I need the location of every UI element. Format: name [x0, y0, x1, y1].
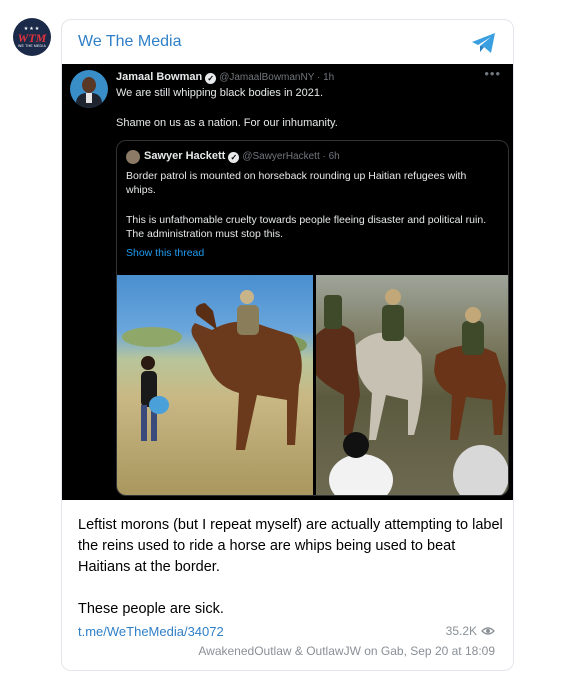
tweet-text-line-2: Shame on us as a nation. For our inhuman…	[116, 117, 338, 129]
view-count: 35.2K	[446, 624, 495, 638]
tweet-author-handle: @JamaalBowmanNY · 1h	[219, 72, 335, 83]
more-icon: •••	[484, 66, 501, 81]
tweet-screenshot[interactable]: Jamaal Bowman ✓ @JamaalBowmanNY · 1h ••• W…	[62, 64, 513, 500]
horse-photo-right	[316, 275, 508, 495]
eye-icon	[481, 627, 495, 635]
post-signature: AwakenedOutlaw & OutlawJW on Gab, Sep 20…	[198, 644, 495, 658]
verified-icon: ✓	[228, 152, 240, 163]
verified-icon: ✓	[205, 73, 217, 84]
avatar-initials: WTM	[17, 30, 47, 45]
quoted-author-avatar	[126, 150, 140, 164]
horse-photo-left	[117, 275, 313, 495]
quoted-author-handle: @SawyerHackett · 6h	[242, 151, 340, 162]
channel-name[interactable]: We The Media	[78, 33, 181, 51]
tweet-author-line: Jamaal Bowman ✓ @JamaalBowmanNY · 1h	[116, 71, 334, 84]
view-count-value: 35.2K	[445, 624, 477, 638]
tweet-author-avatar	[70, 70, 108, 108]
message-text: Leftist morons (but I repeat myself) are…	[78, 515, 503, 620]
quoted-text-paragraph-2: This is unfathomable cruelty towards peo…	[126, 214, 487, 240]
tweet-author-name: Jamaal Bowman	[116, 71, 203, 83]
telegram-share-icon[interactable]	[471, 32, 497, 54]
post-link[interactable]: t.me/WeTheMedia/34072	[78, 624, 224, 639]
quoted-author-name: Sawyer Hackett	[144, 150, 226, 162]
show-thread-link: Show this thread	[126, 247, 205, 259]
message-header: We The Media	[62, 20, 513, 64]
channel-avatar[interactable]: ★★★ WTM WE THE MEDIA	[13, 18, 51, 56]
message-paragraph-2: These people are sick.	[78, 601, 224, 617]
quoted-tweet: Sawyer Hackett ✓ @SawyerHackett · 6h Borde…	[116, 140, 509, 496]
tweet-text-line-1: We are still whipping black bodies in 20…	[116, 87, 324, 99]
message-paragraph-1: Leftist morons (but I repeat myself) are…	[78, 517, 503, 575]
quoted-text-paragraph-1: Border patrol is mounted on horseback ro…	[126, 170, 467, 196]
message-card: We The Media Jamaal Bowman ✓ @JamaalBowman…	[61, 19, 514, 671]
avatar-subtitle: WE THE MEDIA	[17, 43, 46, 48]
quoted-author-line: Sawyer Hackett ✓ @SawyerHackett · 6h	[144, 150, 340, 163]
